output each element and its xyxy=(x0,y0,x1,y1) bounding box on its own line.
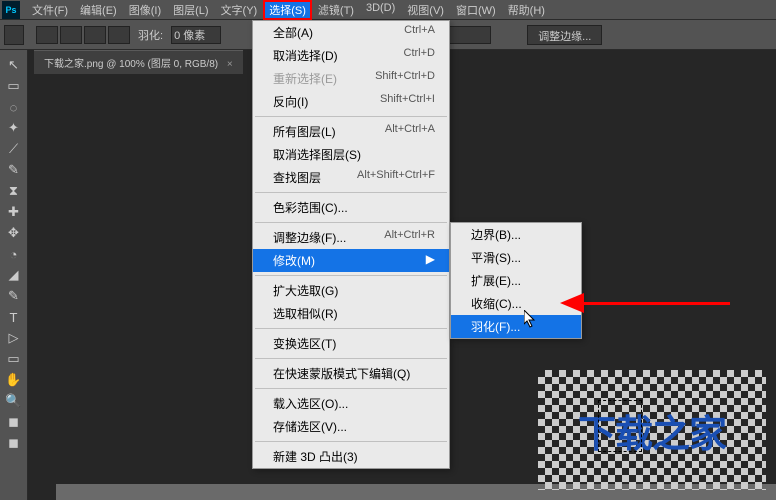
submenu-entry-2[interactable]: 扩展(E)... xyxy=(451,269,581,292)
menu-entry-17[interactable]: 变换选区(T) xyxy=(253,332,449,355)
tool-18[interactable]: ◼ xyxy=(3,433,25,453)
tool-10[interactable]: ◢ xyxy=(3,265,25,285)
menu-entry-14[interactable]: 扩大选取(G) xyxy=(253,279,449,302)
menu-entry-5[interactable]: 所有图层(L)Alt+Ctrl+A xyxy=(253,120,449,143)
menu-entry-7[interactable]: 查找图层Alt+Shift+Ctrl+F xyxy=(253,166,449,189)
menu-entry-19[interactable]: 在快速蒙版模式下编辑(Q) xyxy=(253,362,449,385)
preview-thumbnail: 下载之家 xyxy=(538,370,766,490)
tool-5[interactable]: ✎ xyxy=(3,160,25,180)
menu-item-10[interactable]: 帮助(H) xyxy=(502,0,551,20)
tool-4[interactable]: ⟋ xyxy=(3,139,25,159)
sel-sub-icon[interactable] xyxy=(84,26,106,44)
menu-separator xyxy=(255,358,447,359)
sel-add-icon[interactable] xyxy=(60,26,82,44)
menu-item-2[interactable]: 图像(I) xyxy=(123,0,167,20)
menu-item-1[interactable]: 编辑(E) xyxy=(74,0,123,20)
tool-12[interactable]: T xyxy=(3,307,25,327)
menu-item-6[interactable]: 滤镜(T) xyxy=(312,0,360,20)
menubar: Ps 文件(F)编辑(E)图像(I)图层(L)文字(Y)选择(S)滤镜(T)3D… xyxy=(0,0,776,20)
document-tab[interactable]: 下载之家.png @ 100% (图层 0, RGB/8) × xyxy=(34,50,243,74)
menu-separator xyxy=(255,222,447,223)
menu-separator xyxy=(255,328,447,329)
menu-entry-11[interactable]: 调整边缘(F)...Alt+Ctrl+R xyxy=(253,226,449,249)
sel-int-icon[interactable] xyxy=(108,26,130,44)
ps-logo: Ps xyxy=(2,1,20,19)
menu-separator xyxy=(255,192,447,193)
feather-label: 羽化: xyxy=(138,27,163,43)
submenu-entry-4[interactable]: 羽化(F)... xyxy=(451,315,581,338)
menu-entry-3[interactable]: 反向(I)Shift+Ctrl+I xyxy=(253,90,449,113)
photoshop-window: Ps 文件(F)编辑(E)图像(I)图层(L)文字(Y)选择(S)滤镜(T)3D… xyxy=(0,0,776,500)
tool-2[interactable]: ◌ xyxy=(3,97,25,117)
menu-entry-2: 重新选择(E)Shift+Ctrl+D xyxy=(253,67,449,90)
menu-separator xyxy=(255,388,447,389)
menu-separator xyxy=(255,116,447,117)
submenu-arrow-icon: ▶ xyxy=(426,252,435,269)
menu-entry-24[interactable]: 新建 3D 凸出(3) xyxy=(253,445,449,468)
tool-7[interactable]: ✚ xyxy=(3,202,25,222)
tool-6[interactable]: ⧗ xyxy=(3,181,25,201)
tool-15[interactable]: ✋ xyxy=(3,370,25,390)
refine-edge-button[interactable]: 调整边缘... xyxy=(527,25,602,45)
modify-submenu: 边界(B)...平滑(S)...扩展(E)...收缩(C)...羽化(F)... xyxy=(450,222,582,339)
selection-marquee xyxy=(598,400,642,452)
tool-14[interactable]: ▭ xyxy=(3,349,25,369)
tool-preset-picker[interactable] xyxy=(4,25,24,45)
toolbox: ↖▭◌✦⟋✎⧗✚✥◔◢✎T▷▭✋🔍◼◼ xyxy=(0,50,28,500)
submenu-entry-1[interactable]: 平滑(S)... xyxy=(451,246,581,269)
select-menu-dropdown: 全部(A)Ctrl+A取消选择(D)Ctrl+D重新选择(E)Shift+Ctr… xyxy=(252,20,450,469)
menu-entry-15[interactable]: 选取相似(R) xyxy=(253,302,449,325)
submenu-entry-3[interactable]: 收缩(C)... xyxy=(451,292,581,315)
tool-16[interactable]: 🔍 xyxy=(3,391,25,411)
menu-entry-12[interactable]: 修改(M)▶ xyxy=(253,249,449,272)
menu-entry-6[interactable]: 取消选择图层(S) xyxy=(253,143,449,166)
tool-13[interactable]: ▷ xyxy=(3,328,25,348)
feather-input[interactable]: 0 像素 xyxy=(171,26,221,44)
tool-9[interactable]: ◔ xyxy=(3,244,25,264)
menu-entry-9[interactable]: 色彩范围(C)... xyxy=(253,196,449,219)
menu-item-4[interactable]: 文字(Y) xyxy=(215,0,264,20)
close-icon[interactable]: × xyxy=(227,59,233,70)
menu-item-5[interactable]: 选择(S) xyxy=(263,0,312,20)
document-tab-label: 下载之家.png @ 100% (图层 0, RGB/8) xyxy=(44,59,218,70)
menu-entry-0[interactable]: 全部(A)Ctrl+A xyxy=(253,21,449,44)
menu-separator xyxy=(255,441,447,442)
menu-item-9[interactable]: 窗口(W) xyxy=(450,0,502,20)
sel-new-icon[interactable] xyxy=(36,26,58,44)
menu-item-8[interactable]: 视图(V) xyxy=(401,0,450,20)
menu-entry-22[interactable]: 存储选区(V)... xyxy=(253,415,449,438)
menu-item-0[interactable]: 文件(F) xyxy=(26,0,74,20)
menu-entry-1[interactable]: 取消选择(D)Ctrl+D xyxy=(253,44,449,67)
menu-item-3[interactable]: 图层(L) xyxy=(167,0,214,20)
selection-mode-icons xyxy=(36,26,130,44)
menu-separator xyxy=(255,275,447,276)
tool-11[interactable]: ✎ xyxy=(3,286,25,306)
tool-3[interactable]: ✦ xyxy=(3,118,25,138)
tool-1[interactable]: ▭ xyxy=(3,76,25,96)
menu-item-7[interactable]: 3D(D) xyxy=(360,0,401,20)
submenu-entry-0[interactable]: 边界(B)... xyxy=(451,223,581,246)
tool-17[interactable]: ◼ xyxy=(3,412,25,432)
menu-entry-21[interactable]: 载入选区(O)... xyxy=(253,392,449,415)
tool-0[interactable]: ↖ xyxy=(3,55,25,75)
tool-8[interactable]: ✥ xyxy=(3,223,25,243)
